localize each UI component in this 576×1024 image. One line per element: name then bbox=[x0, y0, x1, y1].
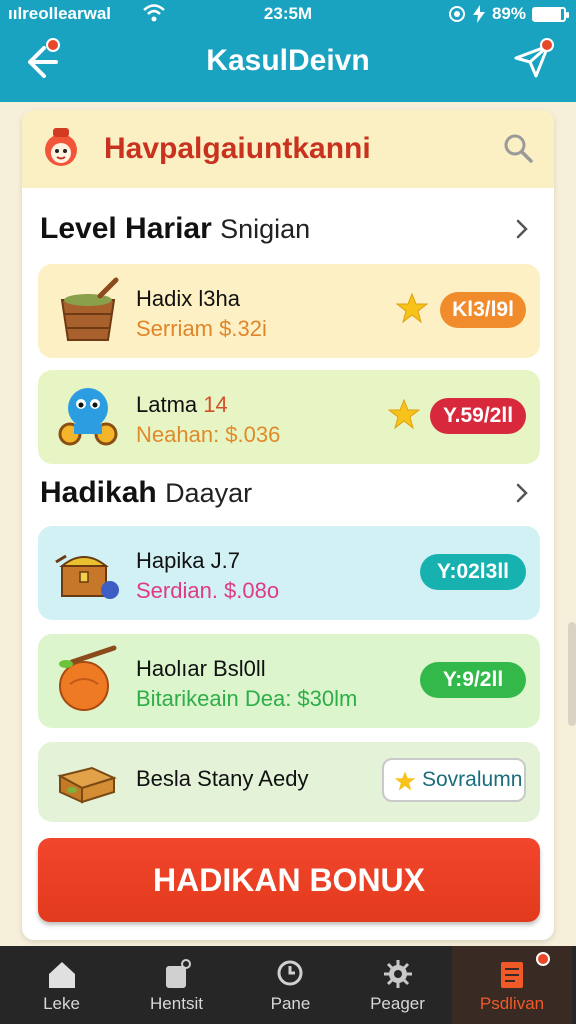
item-subtitle: Serriam $.32i bbox=[136, 316, 267, 341]
nav-item-psdlivan[interactable]: Psdlivan bbox=[452, 946, 572, 1024]
location-icon bbox=[448, 6, 465, 22]
bottom-nav: Leke Hentsit Pane Peager Psdlivan bbox=[0, 946, 576, 1024]
battery-icon bbox=[532, 6, 569, 22]
nav-item-hentsit[interactable]: Hentsit bbox=[119, 946, 234, 1024]
section-title: Level Hariar bbox=[40, 212, 212, 245]
nav-item-settings[interactable]: Peager bbox=[340, 946, 455, 1024]
item-subtitle: Neahan: $.036 bbox=[136, 422, 281, 447]
chevron-right-icon[interactable] bbox=[514, 482, 530, 504]
battery-percent: 89% bbox=[491, 4, 526, 23]
price-badge[interactable]: Y.59/2ll bbox=[430, 398, 526, 434]
bonus-button[interactable]: HADIKAN BONUX bbox=[38, 838, 540, 922]
list-item[interactable]: Hadix l3ha Serriam $.32i Kl3/l9l bbox=[38, 264, 540, 358]
app-title: KasulDeivn bbox=[206, 44, 370, 77]
bolt-icon bbox=[472, 5, 485, 23]
item-name: Haolıar Bsl0ll bbox=[136, 656, 266, 681]
mascot-icon bbox=[45, 128, 77, 166]
gear-icon bbox=[383, 960, 412, 988]
item-name: Latma 14 bbox=[136, 392, 228, 417]
nav-label: Leke bbox=[43, 994, 80, 1013]
action-button-label: Sovralumn bbox=[422, 768, 523, 791]
item-name: Hapika J.7 bbox=[136, 548, 240, 573]
item-name: Hadix l3ha bbox=[136, 286, 240, 311]
price-badge[interactable]: Y:02l3ll bbox=[420, 554, 526, 590]
scrollbar[interactable] bbox=[568, 622, 576, 726]
card-header: Havpalgaiuntkanni bbox=[22, 110, 554, 188]
home-icon bbox=[48, 962, 75, 988]
price-badge[interactable]: Y:9/2ll bbox=[420, 662, 526, 698]
section-title: Hadikah bbox=[40, 476, 157, 509]
box-icon bbox=[57, 766, 117, 804]
item-subtitle: Bitarikeain Dea: $30lm bbox=[136, 686, 358, 711]
star-icon bbox=[396, 292, 428, 324]
battery-fill bbox=[534, 8, 561, 20]
status-bar: ıılreollearwal 23:5M 89% bbox=[0, 0, 576, 28]
search-icon[interactable] bbox=[502, 132, 534, 164]
section-hadikah[interactable]: Hadikah Daayar bbox=[40, 476, 252, 510]
star-icon bbox=[394, 771, 416, 791]
orange-fruit-icon bbox=[59, 645, 117, 711]
share-notification-dot bbox=[540, 38, 554, 52]
list-item[interactable]: Besla Stany Aedy Sovralumn bbox=[38, 742, 540, 822]
nav-label: Pane bbox=[270, 994, 311, 1013]
tag-icon bbox=[165, 959, 191, 988]
search-icon bbox=[277, 960, 302, 986]
nav-label: Psdlivan bbox=[479, 994, 545, 1013]
nav-notification-dot bbox=[536, 952, 550, 966]
list-item[interactable]: Hapika J.7 Serdian. $.08o Y:02l3ll bbox=[38, 526, 540, 620]
chevron-right-icon[interactable] bbox=[514, 218, 530, 240]
top-bar: ıılreollearwal 23:5M 89% KasulDeivn bbox=[0, 0, 576, 102]
list-item[interactable]: Haolıar Bsl0ll Bitarikeain Dea: $30lm Y:… bbox=[38, 634, 540, 728]
section-subtitle: Snigian bbox=[220, 214, 311, 244]
item-name: Besla Stany Aedy bbox=[136, 766, 309, 791]
list-item[interactable]: Latma 14 Neahan: $.036 Y.59/2ll bbox=[38, 370, 540, 464]
treasure-chest-icon bbox=[55, 554, 119, 599]
bucket-icon bbox=[60, 277, 119, 341]
main-card: Havpalgaiuntkanni Level Hariar Snigian H… bbox=[22, 110, 554, 940]
nav-item-home[interactable]: Leke bbox=[4, 946, 119, 1024]
item-subtitle: Serdian. $.08o bbox=[136, 578, 280, 603]
section-subtitle: Daayar bbox=[165, 478, 253, 508]
monster-icon bbox=[58, 388, 118, 446]
nav-item-pane[interactable]: Pane bbox=[233, 946, 348, 1024]
document-icon bbox=[501, 962, 523, 988]
header-title: Havpalgaiuntkanni bbox=[104, 132, 371, 165]
status-right: 89% bbox=[448, 4, 569, 24]
price-badge[interactable]: Kl3/l9l bbox=[440, 292, 526, 328]
nav-label: Hentsit bbox=[150, 994, 203, 1013]
action-button[interactable]: Sovralumn bbox=[382, 758, 526, 802]
section-level[interactable]: Level Hariar Snigian bbox=[40, 212, 310, 246]
star-icon bbox=[388, 398, 420, 430]
nav-label: Peager bbox=[370, 994, 425, 1013]
